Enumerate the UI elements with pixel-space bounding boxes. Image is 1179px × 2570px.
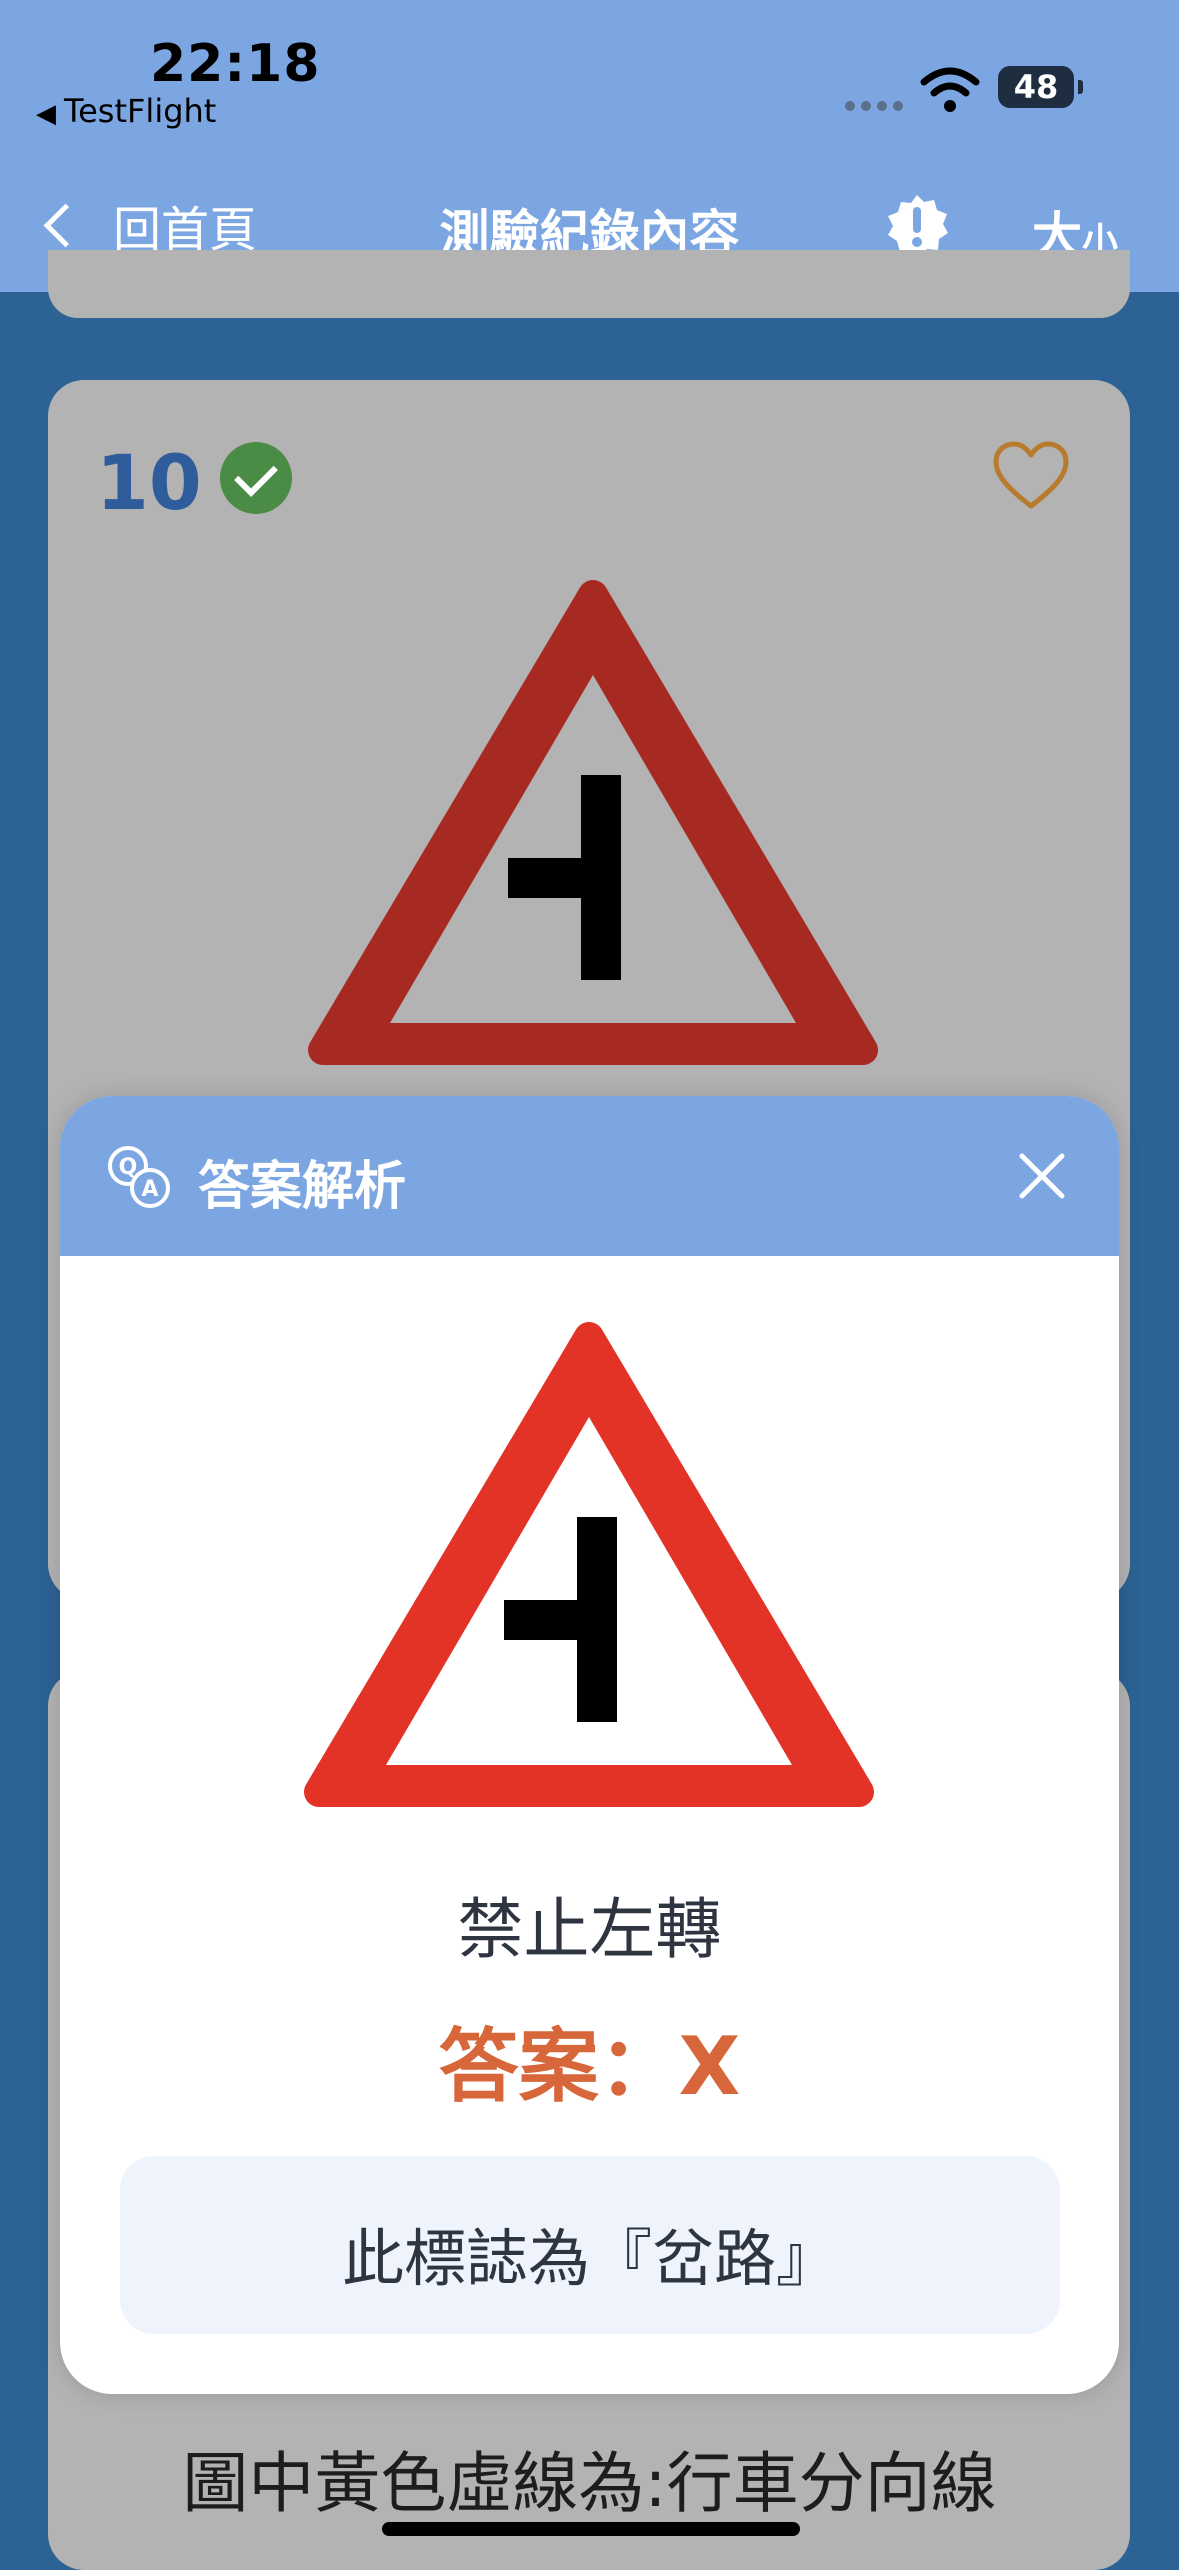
wifi-icon xyxy=(920,67,980,112)
side-road-sign-icon xyxy=(308,580,878,1065)
answer-text: 答案：X xyxy=(438,2020,741,2113)
svg-text:A: A xyxy=(141,1177,158,1202)
home-indicator[interactable] xyxy=(382,2522,800,2536)
back-to-app-link[interactable]: ◀ TestFlight xyxy=(36,92,216,130)
favorite-heart-icon[interactable] xyxy=(992,438,1070,516)
explanation-box: 此標誌為『岔路』 xyxy=(120,2156,1060,2334)
back-triangle-icon: ◀ xyxy=(36,99,56,129)
correct-check-icon xyxy=(220,442,292,514)
back-app-label: TestFlight xyxy=(64,92,217,130)
modal-header: Q A 答案解析 xyxy=(60,1096,1119,1256)
top-bar: 22:18 ◀ TestFlight 48 回首頁 測驗紀錄內容 大小 xyxy=(0,0,1179,292)
previous-question-card xyxy=(48,250,1130,318)
battery-icon: 48 xyxy=(998,66,1083,108)
status-time: 22:18 xyxy=(150,34,321,94)
close-icon[interactable] xyxy=(1016,1150,1068,1202)
qa-chat-icon: Q A xyxy=(108,1146,170,1208)
battery-level: 48 xyxy=(1013,68,1059,106)
question-text: 禁止左轉 xyxy=(457,1891,722,1968)
question-number: 10 xyxy=(96,438,202,527)
side-road-sign-icon xyxy=(304,1322,874,1807)
modal-title: 答案解析 xyxy=(198,1157,407,1217)
explanation-text: 此標誌為『岔路』 xyxy=(341,2222,838,2295)
answer-explanation-modal: Q A 答案解析 禁止左轉 答案：X 此標誌為『岔路』 xyxy=(60,1096,1119,2394)
next-question-text: 圖中黃色虛線為:行車分向線 xyxy=(182,2445,997,2522)
signal-dots-icon xyxy=(845,96,909,115)
